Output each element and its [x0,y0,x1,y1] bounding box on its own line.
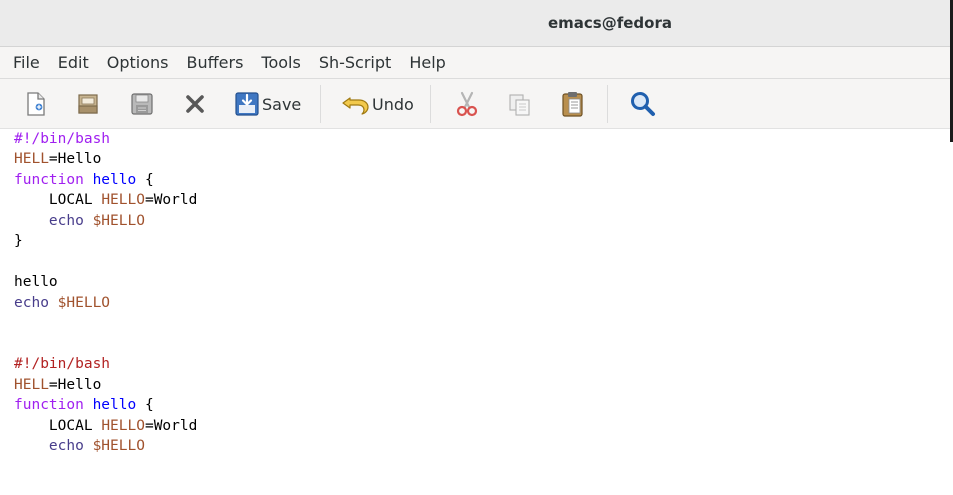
code-line: function hello { [14,172,154,188]
code-line: HELL=Hello [14,151,102,167]
code-line: } [14,233,23,249]
folder-open-icon [78,94,98,114]
toolbar-separator [430,85,431,123]
code-line: function hello { [14,397,154,413]
menu-sh-script[interactable]: Sh-Script [310,47,400,78]
save-button-label: Save [262,94,302,114]
code-line: echo $HELLO [14,213,145,229]
toolbar-separator [320,85,321,123]
code-line: LOCAL HELLO=World [14,192,198,208]
paste-button[interactable] [560,87,586,121]
undo-button[interactable]: Undo [340,87,414,121]
text-buffer[interactable]: #!/bin/bash HELL=Hello function hello { … [0,129,950,495]
menu-edit[interactable]: Edit [49,47,98,78]
menu-tools[interactable]: Tools [252,47,309,78]
window-title: emacs@fedora [547,14,672,32]
code-line: LOCAL HELLO=World [14,418,198,434]
copy-button[interactable] [507,87,533,121]
new-file-icon [27,92,45,116]
menu-help[interactable]: Help [400,47,454,78]
magnifier-icon [631,92,655,116]
code-line: HELL=Hello [14,377,102,393]
save-download-icon [235,92,259,116]
paste-clipboard-icon [562,92,583,117]
save-button[interactable]: Save [234,87,301,121]
cut-button[interactable] [454,87,480,121]
emacs-window: emacs@fedora File Edit Options Buffers T… [0,0,950,495]
menu-file[interactable]: File [0,47,49,78]
tool-bar: Save Undo [0,79,950,129]
new-file-button[interactable] [24,87,48,121]
save-disk-icon [131,93,153,115]
undo-button-label: Undo [372,94,414,114]
title-bar[interactable]: emacs@fedora [0,0,950,47]
close-x-icon [186,95,204,113]
code-line: #!/bin/bash [14,356,111,372]
toolbar-separator [607,85,608,123]
code-line: #!/bin/bash [14,131,111,147]
menu-bar: File Edit Options Buffers Tools Sh-Scrip… [0,47,950,79]
close-buffer-button[interactable] [183,87,207,121]
code-line: hello [14,274,58,290]
undo-arrow-icon [342,97,369,115]
open-file-button[interactable] [75,87,103,121]
copy-icon [509,94,530,116]
menu-buffers[interactable]: Buffers [178,47,253,78]
menu-options[interactable]: Options [98,47,178,78]
code-line: echo $HELLO [14,295,111,311]
save-buffer-button[interactable] [129,87,155,121]
code-line: echo $HELLO [14,438,145,454]
search-button[interactable] [629,87,657,121]
scissors-icon [456,91,478,117]
